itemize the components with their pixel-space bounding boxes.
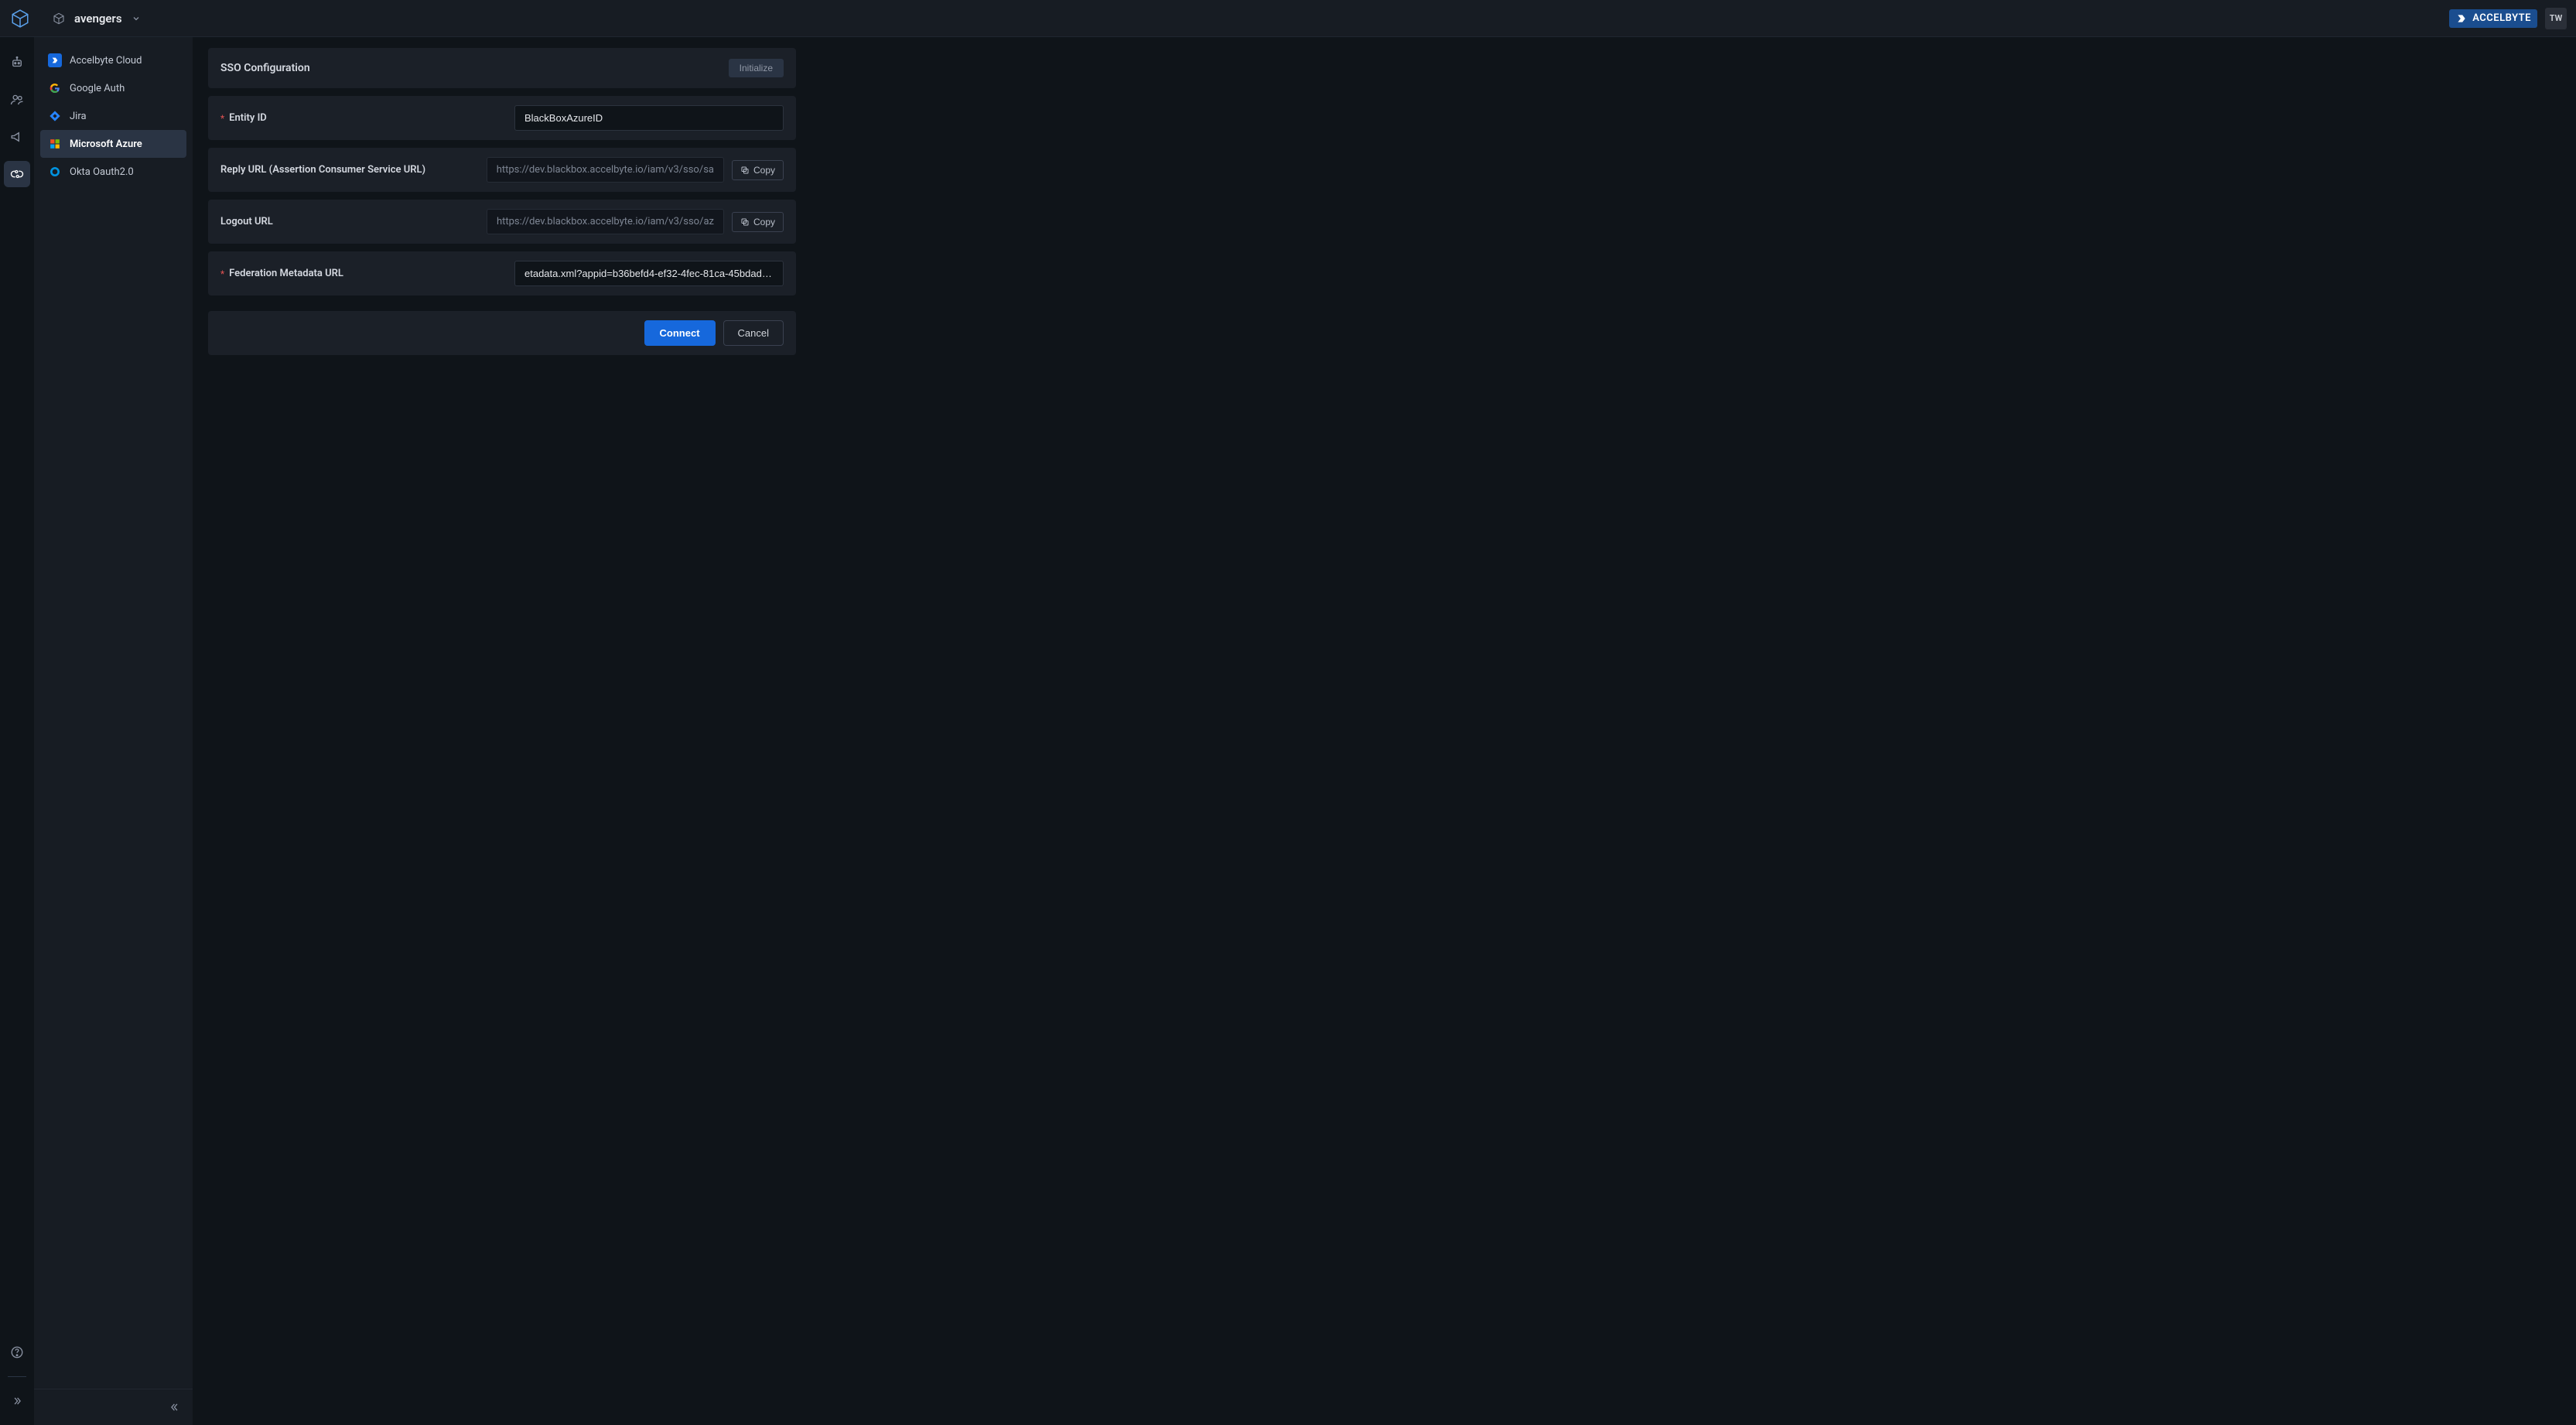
rail-item-announce[interactable] xyxy=(4,124,30,150)
config-title: SSO Configuration xyxy=(220,62,310,74)
brand-label: ACCELBYTE xyxy=(2472,12,2531,24)
project-name: avengers xyxy=(74,12,122,26)
app-logo-icon[interactable] xyxy=(9,8,31,29)
rail-item-integrations[interactable] xyxy=(4,161,30,187)
field-logout-url: Logout URL https://dev.blackbox.accelbyt… xyxy=(208,200,796,244)
sidebar-item-label: Google Auth xyxy=(70,83,125,94)
chevron-down-icon xyxy=(132,14,141,23)
main-content: SSO Configuration Initialize * Entity ID xyxy=(193,37,2576,1425)
sidebar-item-accelbyte-cloud[interactable]: Accelbyte Cloud xyxy=(40,46,186,74)
field-label: Entity ID xyxy=(229,112,267,124)
copy-label: Copy xyxy=(753,165,775,176)
microsoft-icon xyxy=(48,137,62,151)
entity-id-input[interactable] xyxy=(514,105,784,131)
field-federation-metadata-url: * Federation Metadata URL xyxy=(208,251,796,296)
sidebar-item-google-auth[interactable]: Google Auth xyxy=(40,74,186,102)
config-header-card: SSO Configuration Initialize xyxy=(208,48,796,88)
rail-expand-button[interactable] xyxy=(4,1388,30,1414)
user-avatar[interactable]: TW xyxy=(2545,8,2567,29)
field-reply-url: Reply URL (Assertion Consumer Service UR… xyxy=(208,148,796,192)
top-header: avengers ACCELBYTE TW xyxy=(0,0,2576,37)
okta-icon xyxy=(48,165,62,179)
rail-item-help[interactable] xyxy=(4,1339,30,1365)
reply-url-value: https://dev.blackbox.accelbyte.io/iam/v3… xyxy=(487,157,724,183)
connect-button[interactable]: Connect xyxy=(644,320,716,346)
copy-label: Copy xyxy=(753,217,775,227)
sidebar: Accelbyte Cloud Google Auth xyxy=(34,37,193,1425)
required-star-icon: * xyxy=(220,268,224,279)
logout-url-value: https://dev.blackbox.accelbyte.io/iam/v3… xyxy=(487,209,724,234)
field-label: Logout URL xyxy=(220,216,273,227)
initialize-button[interactable]: Initialize xyxy=(729,59,784,77)
cube-icon xyxy=(53,12,65,25)
sidebar-item-label: Microsoft Azure xyxy=(70,138,142,150)
rail-item-users[interactable] xyxy=(4,87,30,113)
google-icon xyxy=(48,81,62,95)
sidebar-item-jira[interactable]: Jira xyxy=(40,102,186,130)
copy-icon xyxy=(740,217,750,227)
sidebar-item-label: Jira xyxy=(70,111,87,122)
field-label: Reply URL (Assertion Consumer Service UR… xyxy=(220,164,425,176)
required-star-icon: * xyxy=(220,113,224,124)
sidebar-collapse-button[interactable] xyxy=(166,1399,183,1416)
rail-item-bot[interactable] xyxy=(4,50,30,76)
copy-logout-url-button[interactable]: Copy xyxy=(732,212,784,232)
brand-icon xyxy=(2455,12,2468,25)
sidebar-item-okta[interactable]: Okta Oauth2.0 xyxy=(40,158,186,186)
field-entity-id: * Entity ID xyxy=(208,96,796,140)
federation-metadata-url-input[interactable] xyxy=(514,261,784,286)
sidebar-item-label: Accelbyte Cloud xyxy=(70,55,142,67)
avatar-initials: TW xyxy=(2550,13,2563,23)
copy-icon xyxy=(740,166,750,175)
brand-badge[interactable]: ACCELBYTE xyxy=(2449,9,2537,28)
sidebar-item-label: Okta Oauth2.0 xyxy=(70,166,134,178)
nav-rail xyxy=(0,37,34,1425)
project-selector[interactable]: avengers xyxy=(53,12,141,26)
cancel-button[interactable]: Cancel xyxy=(723,320,784,346)
field-label: Federation Metadata URL xyxy=(229,268,343,279)
sidebar-item-microsoft-azure[interactable]: Microsoft Azure xyxy=(40,130,186,158)
accelbyte-icon xyxy=(48,53,62,67)
actions-bar: Connect Cancel xyxy=(208,311,796,355)
copy-reply-url-button[interactable]: Copy xyxy=(732,160,784,180)
jira-icon xyxy=(48,109,62,123)
